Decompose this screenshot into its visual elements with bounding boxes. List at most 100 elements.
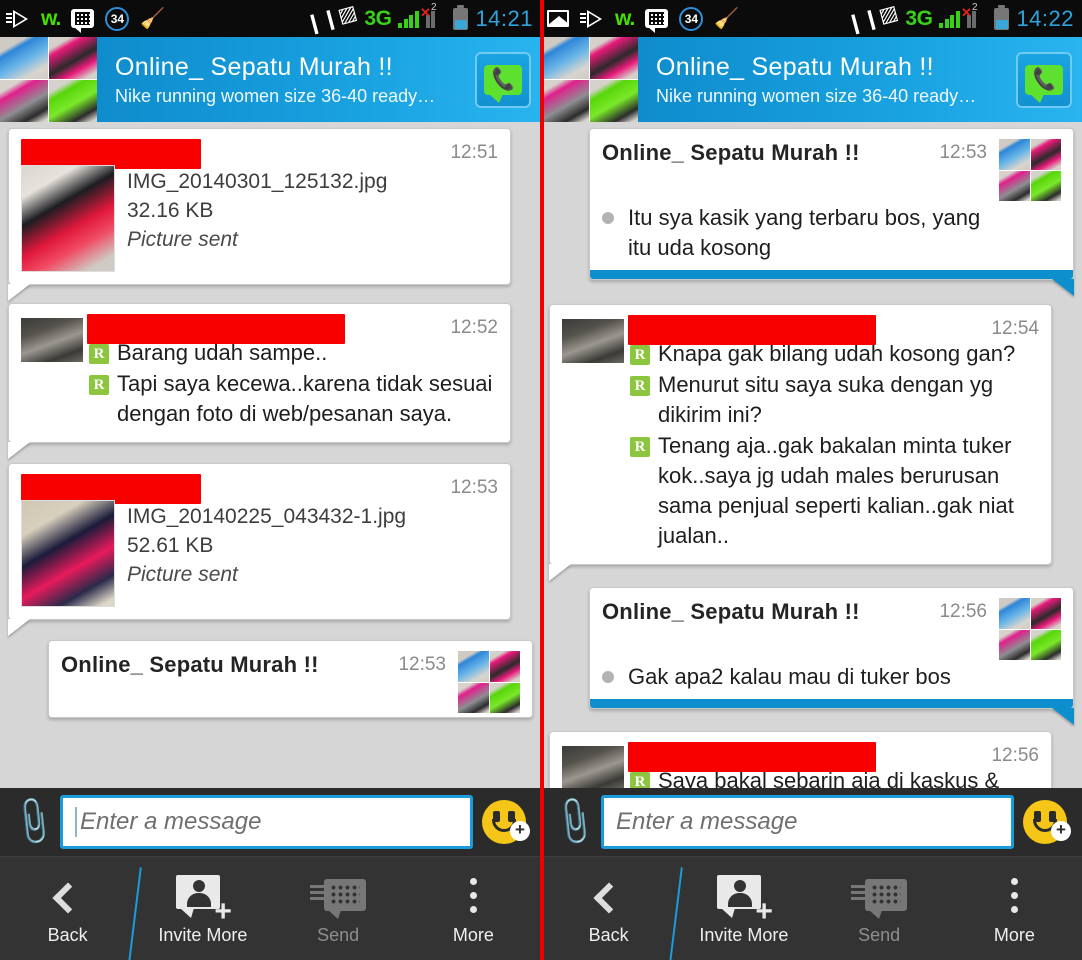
list-item[interactable]: 12:51 IMG_20140301_125132.jpg 32.16 KB P…	[8, 128, 533, 301]
list-item[interactable]: Online_ Sepatu Murah !! 12:56 Gak apa2 k…	[549, 587, 1074, 725]
file-name: IMG_20140301_125132.jpg	[127, 170, 388, 193]
image-icon	[547, 10, 569, 27]
bullet-dot-icon	[602, 212, 614, 224]
nav-more-button[interactable]: More	[406, 871, 541, 946]
chat-subtitle: Nike running women size 36-40 ready…	[115, 85, 436, 106]
message-bubble[interactable]: 12:52 R Barang udah sampe.. R Tapi saya …	[8, 303, 511, 459]
nav-label: Back	[47, 925, 88, 945]
overflow-kebab-icon	[469, 878, 477, 913]
nav-invite-more-button[interactable]: + Invite More	[126, 867, 270, 960]
message-bubble[interactable]: Online_ Sepatu Murah !! 12:56 Gak apa2 k…	[589, 587, 1074, 725]
chat-call-button[interactable]: 📞	[475, 51, 531, 108]
message-text: Menurut situ saya suka dengan yg dikirim…	[658, 372, 994, 427]
list-item[interactable]: 12:54 R Knapa gak bilang udah kosong gan…	[549, 304, 1074, 581]
nav-send-button[interactable]: Send	[812, 871, 947, 946]
message-line: R Knapa gak bilang udah kosong gan?	[630, 339, 1039, 369]
file-thumbnail[interactable]	[21, 165, 115, 272]
message-input[interactable]: Enter a message	[601, 795, 1014, 849]
list-item[interactable]: Online_ Sepatu Murah !! 12:53	[549, 128, 1074, 296]
send-bbm-icon	[310, 879, 367, 919]
message-line: Gak apa2 kalau mau di tuker bos	[602, 662, 991, 692]
shoe-thumbnail	[0, 80, 48, 122]
chat-header-bar[interactable]: Online_ Sepatu Murah !! Nike running wom…	[97, 37, 541, 122]
shoe-thumbnail	[458, 682, 489, 713]
bottom-nav-bar[interactable]: Back + Invite More Send More	[541, 856, 1082, 960]
chat-call-button[interactable]: 📞	[1016, 51, 1072, 108]
message-line: R Tenang aja..gak bakalan minta tuker ko…	[630, 431, 1039, 551]
message-bubble[interactable]: 12:51 IMG_20140301_125132.jpg 32.16 KB P…	[8, 128, 511, 301]
message-bubble[interactable]: 12:54 R Knapa gak bilang udah kosong gan…	[549, 304, 1052, 581]
nav-back-button[interactable]: Back	[0, 871, 135, 946]
shoe-thumbnail	[1030, 139, 1061, 170]
chat-header[interactable]: Online_ Sepatu Murah !! Nike running wom…	[541, 37, 1082, 122]
compose-bar[interactable]: 📎 Enter a message +	[541, 788, 1082, 856]
bottom-nav-bar[interactable]: Back + Invite More Send More	[0, 856, 541, 960]
message-line: R Tapi saya kecewa..karena tidak sesuai …	[89, 369, 498, 429]
status-bar-left-icons: w. 34 🧹	[547, 6, 740, 33]
sender-name: Online_ Sepatu Murah !!	[602, 140, 860, 165]
avatar	[21, 318, 83, 362]
shoe-thumbnail	[999, 629, 1030, 660]
status-bar-clock: 14:22	[1016, 5, 1074, 31]
text-caret	[75, 807, 77, 837]
plus-icon: +	[1051, 821, 1071, 841]
chevron-left-icon	[593, 882, 625, 914]
battery-icon	[994, 4, 1010, 30]
chevron-left-icon	[52, 882, 84, 914]
message-bubble[interactable]: 12:53 IMG_20140225_043432-1.jpg 52.61 KB…	[8, 463, 511, 636]
play-icon	[580, 9, 604, 28]
chat-header-bar[interactable]: Online_ Sepatu Murah !! Nike running wom…	[638, 37, 1082, 122]
nav-more-button[interactable]: More	[947, 871, 1082, 946]
bbm-icon	[71, 9, 95, 33]
message-input-placeholder: Enter a message	[80, 808, 262, 835]
nav-send-button[interactable]: Send	[271, 871, 406, 946]
nav-back-button[interactable]: Back	[541, 871, 676, 946]
shoe-thumbnail	[590, 80, 638, 122]
shoe-thumbnail	[999, 139, 1030, 170]
message-time: 12:53	[939, 142, 987, 163]
paperclip-icon[interactable]: 📎	[546, 794, 602, 849]
phone-screen-right: w. 34 🧹 ❙❙▨ 3G ✕ 2 14:22 Online_ Sepatu …	[541, 0, 1082, 960]
contact-avatar-grid	[458, 651, 520, 713]
list-item[interactable]: Online_ Sepatu Murah !! 12:53	[8, 640, 533, 718]
panel-divider-line	[540, 0, 544, 960]
smiley-add-icon[interactable]: +	[1014, 800, 1076, 844]
paperclip-icon[interactable]: 📎	[5, 794, 61, 849]
message-text: Itu sya kasik yang terbaru bos, yang itu…	[628, 205, 981, 260]
smiley-add-icon[interactable]: +	[473, 800, 535, 844]
message-text: Knapa gak bilang udah kosong gan?	[658, 341, 1016, 366]
invite-contact-icon: +	[716, 875, 773, 927]
nav-label: Back	[588, 925, 629, 945]
bubble-tail	[1052, 279, 1074, 296]
notification-count-badge: 34	[679, 6, 704, 31]
message-time: 12:51	[450, 142, 498, 163]
file-thumbnail[interactable]	[21, 500, 115, 607]
message-header: Online_ Sepatu Murah !! 12:56	[602, 598, 1061, 660]
status-bar-clock: 14:21	[475, 5, 533, 31]
r-badge-icon: R	[89, 375, 109, 395]
nav-invite-more-button[interactable]: + Invite More	[667, 867, 811, 960]
message-bubble[interactable]: Online_ Sepatu Murah !! 12:53	[48, 640, 533, 718]
compose-bar[interactable]: 📎 Enter a message +	[0, 788, 541, 856]
network-type-label: 3G	[364, 6, 392, 30]
shoe-thumbnail	[1030, 170, 1061, 201]
shoe-thumbnail	[49, 80, 97, 122]
shoe-thumbnail	[541, 37, 589, 79]
cleaner-icon: 🧹	[714, 7, 740, 30]
list-item[interactable]: 12:52 R Barang udah sampe.. R Tapi saya …	[8, 303, 533, 459]
plus-icon: +	[510, 821, 530, 841]
notification-count-badge: 34	[105, 6, 130, 31]
chat-header[interactable]: Online_ Sepatu Murah !! Nike running wom…	[0, 37, 541, 122]
shoe-thumbnail	[489, 651, 520, 682]
invite-contact-icon: +	[175, 875, 232, 927]
shoe-thumbnail	[1030, 629, 1061, 660]
message-input[interactable]: Enter a message	[60, 795, 473, 849]
signal-bars-sim1-icon	[939, 10, 960, 28]
walkman-icon: w.	[41, 7, 61, 30]
vibrate-icon: ❙❙▨	[844, 1, 901, 37]
nav-label: Invite More	[699, 925, 789, 945]
message-bubble[interactable]: Online_ Sepatu Murah !! 12:53	[589, 128, 1074, 296]
list-item[interactable]: 12:53 IMG_20140225_043432-1.jpg 52.61 KB…	[8, 463, 533, 636]
message-header: Online_ Sepatu Murah !! 12:53	[61, 651, 520, 713]
message-line: Itu sya kasik yang terbaru bos, yang itu…	[602, 203, 991, 263]
